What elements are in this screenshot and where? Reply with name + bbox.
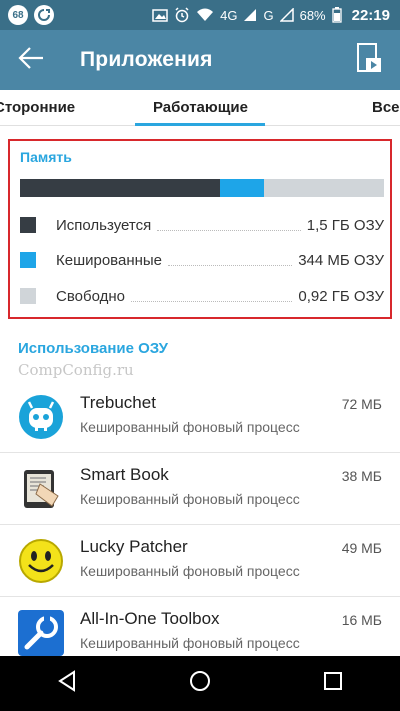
memory-row-label: Кешированные bbox=[56, 251, 163, 269]
tab-all[interactable]: Все bbox=[372, 90, 400, 126]
app-size: 72 МБ bbox=[341, 396, 382, 412]
app-list-item[interactable]: Smart Book Кешированный фоновый процесс … bbox=[0, 453, 400, 525]
network-type-label-2: G bbox=[263, 7, 274, 23]
app-name: Smart Book bbox=[80, 465, 169, 484]
navigation-bar bbox=[0, 656, 400, 711]
signal-icon bbox=[243, 8, 257, 22]
app-list-item[interactable]: Trebuchet Кешированный фоновый процесс 7… bbox=[0, 381, 400, 453]
tab-bar: Сторонние Работающие Все bbox=[0, 90, 400, 126]
cyanogen-mascot-icon bbox=[18, 394, 64, 440]
wrench-icon bbox=[18, 610, 64, 656]
memory-card: Память Используется 1,5 ГБ ОЗУ Кеширован… bbox=[8, 139, 392, 319]
arrow-left-icon bbox=[17, 46, 45, 75]
status-bar: 68 4G G 68% 22:19 bbox=[0, 0, 400, 30]
app-name: Lucky Patcher bbox=[80, 537, 188, 556]
memory-row-used: Используется 1,5 ГБ ОЗУ bbox=[20, 214, 384, 236]
app-bar: Приложения bbox=[0, 30, 400, 90]
memory-row-value: 1,5 ГБ ОЗУ bbox=[306, 216, 384, 234]
memory-row-label: Используется bbox=[56, 216, 152, 234]
memory-row-cached: Кешированные 344 МБ ОЗУ bbox=[20, 249, 384, 271]
memory-row-value: 0,92 ГБ ОЗУ bbox=[298, 287, 384, 305]
media-button[interactable] bbox=[344, 30, 394, 90]
app-list-item[interactable]: Lucky Patcher Кешированный фоновый проце… bbox=[0, 525, 400, 597]
tab-running[interactable]: Работающие bbox=[153, 90, 248, 126]
battery-percent: 68% bbox=[299, 7, 326, 23]
nav-home-button[interactable] bbox=[170, 656, 230, 711]
leader-dots bbox=[130, 290, 293, 302]
leader-dots bbox=[168, 254, 293, 266]
page-title: Приложения bbox=[80, 48, 213, 71]
nav-home-circle-icon bbox=[189, 670, 211, 697]
network-type-label: 4G bbox=[220, 7, 238, 23]
app-status: Кешированный фоновый процесс bbox=[80, 491, 300, 507]
app-name: All-In-One Toolbox bbox=[80, 609, 220, 628]
clock-time: 22:19 bbox=[351, 6, 390, 24]
memory-cached-segment bbox=[220, 179, 264, 197]
app-status: Кешированный фоновый процесс bbox=[80, 563, 300, 579]
memory-row-value: 344 МБ ОЗУ bbox=[298, 251, 384, 269]
memory-row-free: Свободно 0,92 ГБ ОЗУ bbox=[20, 285, 384, 307]
sync-icon bbox=[34, 5, 54, 25]
memory-title: Память bbox=[20, 149, 72, 165]
wifi-icon bbox=[196, 8, 214, 22]
notification-badge: 68 bbox=[8, 5, 28, 25]
leader-dots bbox=[157, 219, 301, 231]
smiley-face-icon bbox=[18, 538, 64, 584]
media-play-icon bbox=[355, 42, 383, 79]
book-reader-icon bbox=[18, 466, 64, 512]
app-status: Кешированный фоновый процесс bbox=[80, 635, 300, 651]
free-swatch bbox=[20, 288, 36, 304]
signal-icon-2 bbox=[279, 8, 294, 22]
cached-swatch bbox=[20, 252, 36, 268]
app-size: 38 МБ bbox=[341, 468, 382, 484]
app-size: 49 МБ bbox=[341, 540, 382, 556]
nav-back-button[interactable] bbox=[37, 656, 97, 711]
battery-icon bbox=[331, 7, 342, 23]
tab-third-party[interactable]: Сторонние bbox=[0, 90, 75, 126]
back-button[interactable] bbox=[0, 30, 62, 90]
nav-recents-square-icon bbox=[323, 671, 343, 696]
app-size: 16 МБ bbox=[341, 612, 382, 628]
screenshot-icon bbox=[152, 8, 168, 22]
memory-used-segment bbox=[20, 179, 221, 197]
watermark: CompConfig.ru bbox=[18, 361, 134, 379]
alarm-icon bbox=[174, 7, 190, 23]
app-status: Кешированный фоновый процесс bbox=[80, 419, 300, 435]
nav-back-triangle-icon bbox=[57, 670, 77, 697]
app-name: Trebuchet bbox=[80, 393, 156, 412]
memory-row-label: Свободно bbox=[56, 287, 125, 305]
memory-usage-bar bbox=[20, 179, 384, 197]
used-swatch bbox=[20, 217, 36, 233]
tab-selected-indicator bbox=[135, 123, 265, 126]
nav-recents-button[interactable] bbox=[303, 656, 363, 711]
ram-usage-title: Использование ОЗУ bbox=[18, 340, 168, 357]
